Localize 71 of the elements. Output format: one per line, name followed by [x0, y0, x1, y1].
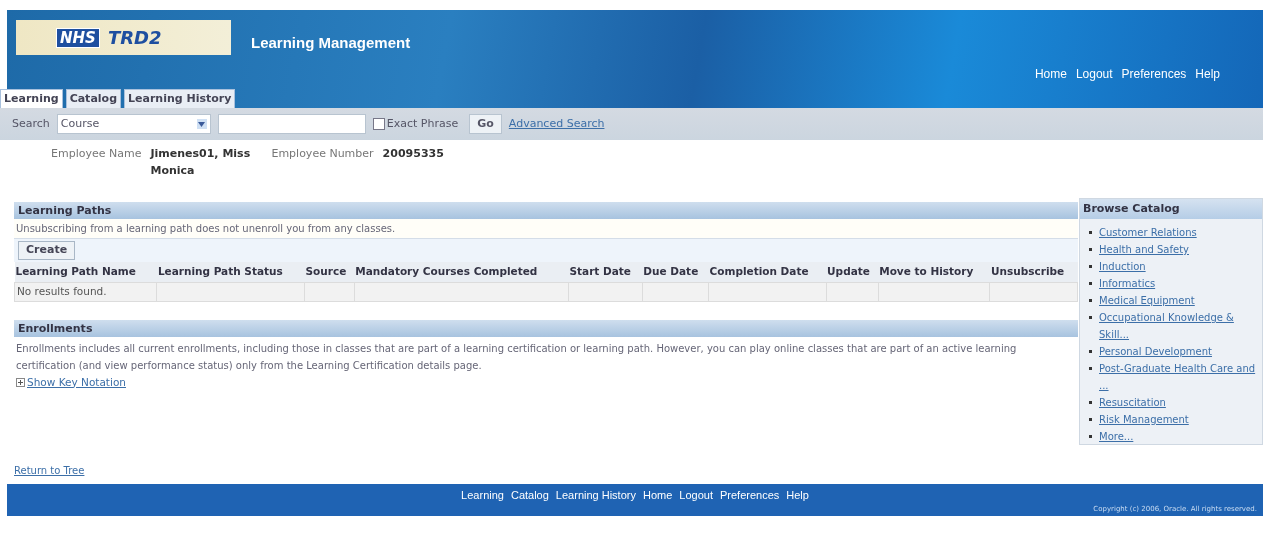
category-link[interactable]: Resuscitation: [1099, 394, 1166, 411]
bullet-icon: [1089, 299, 1092, 302]
category-link[interactable]: Health and Safety: [1099, 241, 1189, 258]
bullet-icon: [1089, 265, 1092, 268]
section-header: Enrollments: [14, 319, 1078, 337]
column-header: Due Date: [642, 262, 709, 282]
header-link[interactable]: Preferences: [1121, 65, 1187, 83]
go-button[interactable]: Go: [469, 114, 502, 134]
bullet-icon: [1089, 248, 1092, 251]
return-to-tree-link[interactable]: Return to Tree: [14, 463, 85, 479]
column-header: Learning Path Name: [14, 262, 157, 282]
exact-phrase-label: Exact Phrase: [386, 115, 459, 132]
category-link[interactable]: More...: [1099, 428, 1134, 444]
bullet-icon: [1089, 367, 1092, 370]
app-title: Learning Management: [251, 33, 411, 53]
bullet-icon: [1089, 435, 1092, 438]
expand-icon[interactable]: [16, 377, 25, 387]
tab[interactable]: Learning History: [124, 89, 236, 108]
footer-link[interactable]: Home: [642, 487, 673, 504]
category-link[interactable]: Informatics: [1099, 275, 1156, 292]
footer-link[interactable]: Logout: [679, 487, 713, 504]
employee-number: 20095335: [382, 146, 444, 162]
category-link[interactable]: Occupational Knowledge & Skill...: [1099, 309, 1260, 343]
column-header: Completion Date: [708, 262, 827, 282]
section-header: Learning Paths: [14, 202, 1078, 219]
bullet-icon: [1089, 418, 1092, 421]
category-link[interactable]: Risk Management: [1099, 411, 1189, 428]
column-header: Start Date: [568, 262, 643, 282]
advanced-search-link[interactable]: Advanced Search: [508, 115, 605, 133]
employee-name: Jimenes01, Miss Monica: [150, 146, 252, 179]
show-key-notation-link[interactable]: Show Key Notation: [27, 374, 126, 391]
search-field[interactable]: [217, 114, 366, 134]
column-header: Update: [826, 262, 879, 282]
employee-name-label: Employee Name: [51, 146, 142, 162]
logo-text: TRD2: [107, 26, 162, 50]
create-button[interactable]: Create: [18, 241, 76, 260]
column-header: Source: [304, 262, 355, 282]
footer-link[interactable]: Catalog: [510, 487, 549, 504]
header-link[interactable]: Home: [1034, 65, 1067, 83]
employee-number-label: Employee Number: [271, 146, 374, 162]
dropdown-arrow-icon: [196, 119, 207, 129]
footer-link[interactable]: Learning: [461, 487, 504, 504]
category-link[interactable]: Post-Graduate Health Care and ...: [1099, 360, 1260, 394]
panel-title: Browse Catalog: [1080, 199, 1262, 219]
category-link[interactable]: Personal Development: [1099, 343, 1212, 360]
header-link[interactable]: Help: [1195, 65, 1220, 83]
bullet-icon: [1089, 350, 1092, 353]
exact-phrase-checkbox[interactable]: [372, 118, 385, 130]
category-link[interactable]: Induction: [1099, 258, 1146, 275]
column-header: Learning Path Status: [156, 262, 305, 282]
tab[interactable]: Catalog: [65, 89, 121, 108]
type-dropdown[interactable]: Course: [56, 114, 211, 134]
section-note: Enrollments includes all current enrollments, including those in classes that are part of a learning certification or learning path. However, you can play online classes that are part of an active learning certification (and view performance status) only from the Learning Certification details page.: [15, 341, 1018, 373]
footer-link[interactable]: Learning History: [555, 487, 636, 504]
column-header: Mandatory Courses Completed: [354, 262, 569, 282]
bullet-icon: [1089, 316, 1092, 319]
column-header: Unsubscribe: [990, 262, 1078, 282]
column-header: Move to History: [878, 262, 990, 282]
footer-link[interactable]: Preferences: [719, 487, 780, 504]
bullet-icon: [1089, 231, 1092, 234]
section-note: Unsubscribing from a learning path does not unenroll you from any classes.: [14, 219, 1078, 238]
footer-link[interactable]: Help: [786, 487, 809, 504]
category-link[interactable]: Customer Relations: [1099, 224, 1197, 241]
logo-badge: NHS: [56, 27, 100, 48]
bullet-icon: [1089, 401, 1092, 404]
tab[interactable]: Learning: [0, 89, 63, 108]
table-cell: No results found.: [14, 282, 157, 301]
bullet-icon: [1089, 282, 1092, 285]
search-label: Search: [12, 115, 50, 132]
header-link[interactable]: Logout: [1075, 65, 1113, 83]
category-link[interactable]: Medical Equipment: [1099, 292, 1195, 309]
